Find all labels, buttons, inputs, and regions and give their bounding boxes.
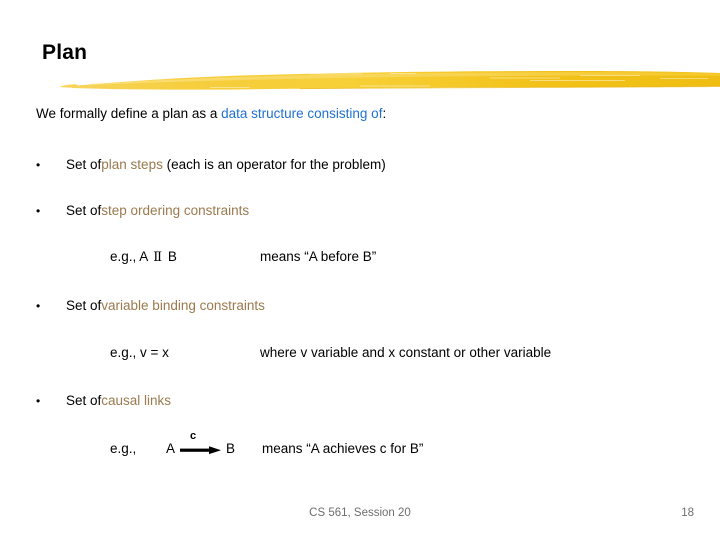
causal-link-label: c [190, 430, 197, 443]
bullet-highlight-text: causal links [101, 393, 172, 408]
causal-link-diagram: e.g., A c B [110, 430, 262, 457]
intro-trail-text: : [382, 106, 387, 121]
causal-link-node-b: B [226, 441, 236, 457]
example-variable-binding: e.g., v = x where v variable and x consta… [110, 345, 551, 360]
bullet-lead-text: Set of [66, 393, 102, 408]
slide-canvas: Plan We formally define a plan as a data… [0, 0, 720, 540]
causal-link-node-a: A [166, 441, 176, 457]
bullet-trail-text: (each is an operator for the problem) [162, 157, 386, 172]
example-causal-link: e.g., A c B means “A achieves c for B” [110, 430, 424, 457]
right-arrow-icon [180, 446, 221, 455]
bullet-highlight-text: plan steps [101, 157, 163, 172]
example-prefix-text: e.g., [110, 441, 137, 457]
bullet-highlight-text: variable binding constraints [101, 298, 265, 313]
example-meaning-text: means “A achieves c for B” [262, 441, 424, 456]
example-meaning-text: where v variable and x constant or other… [260, 345, 552, 360]
bullet-highlight-text: step ordering constraints [101, 203, 250, 218]
example-expression: e.g., A Ⅱ B [110, 249, 260, 265]
intro-lead-text: We formally define a plan as a [36, 106, 222, 121]
precedence-symbol-icon: Ⅱ [153, 250, 163, 265]
bullet-lead-text: Set of [66, 203, 102, 218]
example-expression: e.g., v = x [110, 345, 169, 360]
example-prefix-text: e.g., A [110, 249, 152, 264]
bullet-item-causal-links: • Set of causal links [36, 393, 171, 408]
example-meaning-text: means “A before B” [260, 249, 377, 264]
bullet-marker-icon: • [36, 158, 41, 172]
bullet-item-step-ordering-constraints: • Set of step ordering constraints [36, 203, 249, 218]
example-suffix-text: B [164, 249, 177, 264]
bullet-lead-text: Set of [66, 298, 102, 313]
bullet-item-plan-steps: • Set of plan steps (each is an operator … [36, 157, 386, 172]
bullet-marker-icon: • [36, 204, 41, 218]
intro-highlight-text: data structure consisting of [221, 106, 383, 121]
intro-sentence: We formally define a plan as a data stru… [36, 106, 386, 121]
bullet-marker-icon: • [36, 299, 41, 313]
example-ordering-constraint: e.g., A Ⅱ Bmeans “A before B” [110, 249, 376, 265]
bullet-marker-icon: • [36, 394, 41, 408]
gold-brush-stroke-divider [60, 71, 720, 90]
bullet-lead-text: Set of [66, 157, 102, 172]
footer-course-label: CS 561, Session 20 [309, 507, 411, 519]
bullet-item-variable-binding-constraints: • Set of variable binding constraints [36, 298, 265, 313]
footer-page-number: 18 [681, 507, 694, 519]
page-title: Plan [42, 41, 88, 64]
